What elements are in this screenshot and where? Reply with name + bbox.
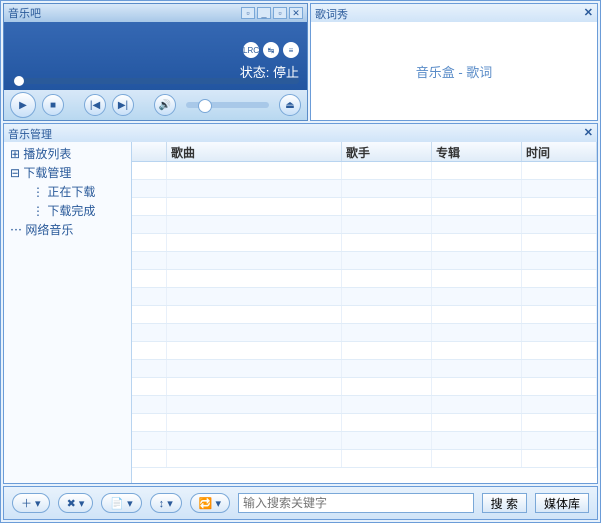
tree-item-online[interactable]: ⋯ 网络音乐 xyxy=(6,220,129,239)
manager-panel: 音乐管理 ✕ ⊞ 播放列表 ⊟ 下载管理 ⋮ 正在下载 ⋮ 下载完成 ⋯ 网络音… xyxy=(3,123,598,484)
table-row[interactable] xyxy=(132,360,597,378)
list-icon[interactable]: ≡ xyxy=(283,42,299,58)
table-row[interactable] xyxy=(132,288,597,306)
table-row[interactable] xyxy=(132,432,597,450)
col-artist[interactable]: 歌手 xyxy=(342,142,432,161)
table-row[interactable] xyxy=(132,378,597,396)
stop-button[interactable]: ■ xyxy=(42,94,64,116)
toggle-icon[interactable]: ▫ xyxy=(241,7,255,19)
player-controls: ▶ ■ |◀ ▶| 🔊 ⏏ xyxy=(4,90,307,120)
lyrics-title-text: 歌词秀 xyxy=(315,6,348,20)
progress-slider[interactable] xyxy=(12,78,299,84)
tree-item-downloading[interactable]: ⋮ 正在下载 xyxy=(26,182,129,201)
table-row[interactable] xyxy=(132,324,597,342)
close-icon[interactable]: ✕ xyxy=(584,6,593,20)
tree-label: 网络音乐 xyxy=(25,223,73,237)
bottom-toolbar: ＋ ▾ ✖ ▾ 📄 ▾ ↕ ▾ 🔁 ▾ 搜 索 媒体库 xyxy=(3,486,598,520)
table-row[interactable] xyxy=(132,180,597,198)
grid-header: 歌曲 歌手 专辑 时间 xyxy=(132,142,597,162)
play-button[interactable]: ▶ xyxy=(10,92,36,118)
close-icon[interactable]: ✕ xyxy=(289,7,303,19)
app-window: 音乐吧 ▫ _ ▫ ✕ LRC ↹ ≡ 状态: 停止 xyxy=(0,0,601,523)
tree-label: 播放列表 xyxy=(23,147,71,161)
lrc-icon[interactable]: LRC xyxy=(243,42,259,58)
table-row[interactable] xyxy=(132,270,597,288)
col-album[interactable]: 专辑 xyxy=(432,142,522,161)
tree-view: ⊞ 播放列表 ⊟ 下载管理 ⋮ 正在下载 ⋮ 下载完成 ⋯ 网络音乐 xyxy=(4,142,132,483)
media-library-button[interactable]: 媒体库 xyxy=(535,493,589,513)
table-row[interactable] xyxy=(132,198,597,216)
scroll-icon[interactable]: ↹ xyxy=(263,42,279,58)
repeat-button[interactable]: 🔁 ▾ xyxy=(190,493,230,513)
tree-label: 下载管理 xyxy=(23,166,71,180)
window-buttons: ▫ _ ▫ ✕ xyxy=(241,7,303,19)
song-grid: 歌曲 歌手 专辑 时间 xyxy=(132,142,597,483)
tree-label: 正在下载 xyxy=(47,185,95,199)
volume-slider[interactable] xyxy=(186,102,269,108)
table-row[interactable] xyxy=(132,216,597,234)
prev-button[interactable]: |◀ xyxy=(84,94,106,116)
manager-titlebar: 音乐管理 ✕ xyxy=(4,124,597,142)
eject-button[interactable]: ⏏ xyxy=(279,94,301,116)
tree-item-download[interactable]: ⊟ 下载管理 xyxy=(6,163,129,182)
close-icon[interactable]: ✕ xyxy=(584,126,593,140)
search-button[interactable]: 搜 索 xyxy=(482,493,527,513)
table-row[interactable] xyxy=(132,252,597,270)
manager-body: ⊞ 播放列表 ⊟ 下载管理 ⋮ 正在下载 ⋮ 下载完成 ⋯ 网络音乐 歌曲 歌手… xyxy=(4,142,597,483)
table-row[interactable] xyxy=(132,306,597,324)
lyrics-panel: 歌词秀 ✕ 音乐盒 - 歌词 xyxy=(310,3,598,121)
tree-children: ⋮ 正在下载 ⋮ 下载完成 xyxy=(6,182,129,220)
player-titlebar: 音乐吧 ▫ _ ▫ ✕ xyxy=(4,4,307,22)
col-song[interactable]: 歌曲 xyxy=(167,142,342,161)
volume-icon[interactable]: 🔊 xyxy=(154,94,176,116)
remove-button[interactable]: ✖ ▾ xyxy=(58,493,94,513)
next-button[interactable]: ▶| xyxy=(112,94,134,116)
tree-item-playlist[interactable]: ⊞ 播放列表 xyxy=(6,144,129,163)
col-index[interactable] xyxy=(132,142,167,161)
search-input[interactable] xyxy=(238,493,474,513)
manager-title-text: 音乐管理 xyxy=(8,126,52,140)
restore-icon[interactable]: ▫ xyxy=(273,7,287,19)
table-row[interactable] xyxy=(132,234,597,252)
lyrics-body: 音乐盒 - 歌词 xyxy=(311,22,597,120)
add-button[interactable]: ＋ ▾ xyxy=(12,493,50,513)
top-row: 音乐吧 ▫ _ ▫ ✕ LRC ↹ ≡ 状态: 停止 xyxy=(1,1,600,123)
table-row[interactable] xyxy=(132,162,597,180)
table-row[interactable] xyxy=(132,414,597,432)
player-display: LRC ↹ ≡ 状态: 停止 xyxy=(4,22,307,90)
player-title-text: 音乐吧 xyxy=(8,5,41,21)
minimize-icon[interactable]: _ xyxy=(257,7,271,19)
display-mode-buttons: LRC ↹ ≡ xyxy=(243,42,299,58)
export-button[interactable]: 📄 ▾ xyxy=(101,493,141,513)
tree-label: 下载完成 xyxy=(47,204,95,218)
col-time[interactable]: 时间 xyxy=(522,142,597,161)
table-row[interactable] xyxy=(132,450,597,468)
grid-rows[interactable] xyxy=(132,162,597,483)
table-row[interactable] xyxy=(132,342,597,360)
sort-button[interactable]: ↕ ▾ xyxy=(150,493,182,513)
table-row[interactable] xyxy=(132,396,597,414)
player-panel: 音乐吧 ▫ _ ▫ ✕ LRC ↹ ≡ 状态: 停止 xyxy=(3,3,308,121)
lyrics-titlebar: 歌词秀 ✕ xyxy=(311,4,597,22)
tree-item-downloaded[interactable]: ⋮ 下载完成 xyxy=(26,201,129,220)
